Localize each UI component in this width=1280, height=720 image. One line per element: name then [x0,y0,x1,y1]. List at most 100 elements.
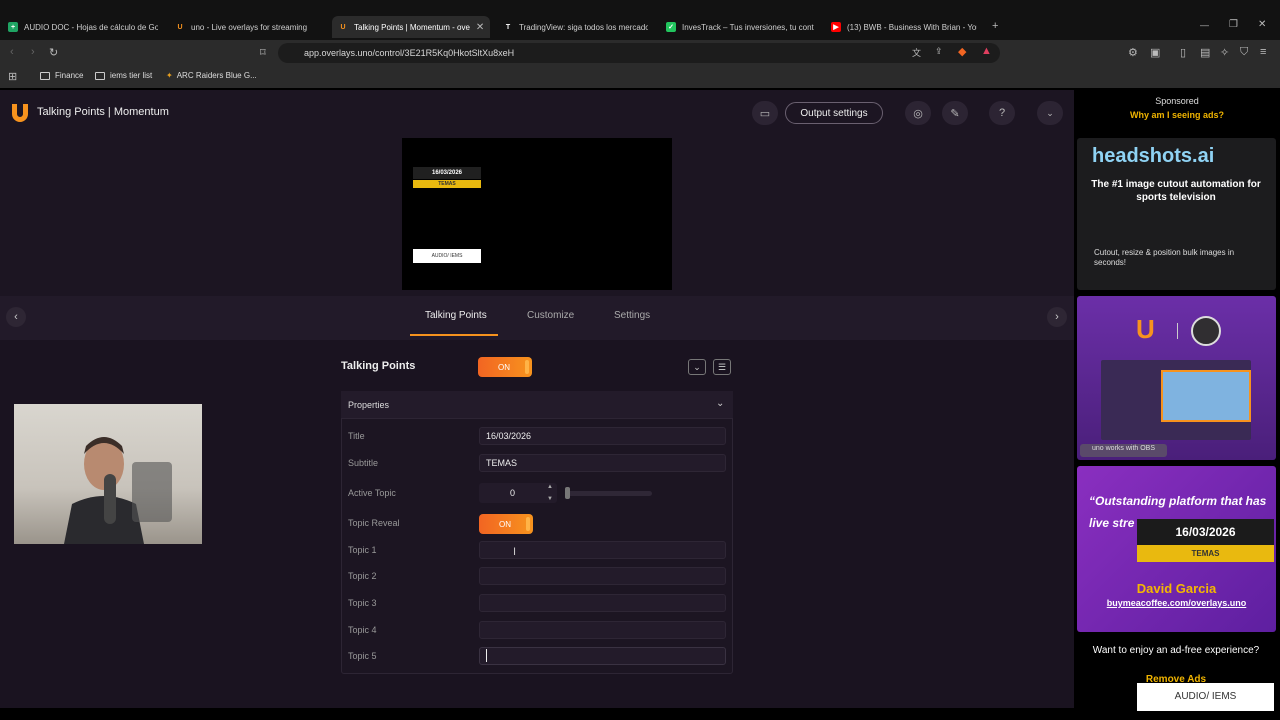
topic-1-label: Topic 1 [348,545,377,555]
stepper-arrows[interactable]: ▲ ▼ [545,484,555,502]
why-ads-link[interactable]: Why am I seeing ads? [1074,110,1280,120]
bookmark-label: Finance [55,71,84,80]
sidebar-icon[interactable]: ▯ [1180,46,1186,59]
active-topic-slider[interactable] [566,491,652,496]
brave-rewards-icon[interactable]: ▲ [981,45,992,57]
wallet-icon[interactable]: ▣ [1150,46,1160,59]
brave-shield-icon[interactable]: ◆ [958,45,966,58]
stepper-down-icon[interactable]: ▼ [547,496,553,502]
maximize-icon[interactable]: ❐ [1229,19,1238,30]
section-title: Talking Points [341,360,416,372]
sponsored-label: Sponsored [1155,96,1199,106]
monitor-icon[interactable]: ▭ [752,101,778,125]
shelf-icon [132,462,172,522]
properties-header[interactable] [341,391,733,419]
topic-2-label: Topic 2 [348,571,377,581]
tab-youtube[interactable]: ▶ (13) BWB - Business With Brian - You [831,16,977,38]
folder-icon [95,71,105,80]
topic-3-input[interactable] [479,594,726,612]
ad-headline: The #1 image cutout automation for sport… [1091,179,1261,203]
chevron-down-icon[interactable]: ⌄ [716,398,724,409]
bookmark-arc-raiders[interactable]: ✦ ARC Raiders Blue G... [166,71,257,80]
gamepad-icon[interactable]: ◎ [905,101,931,125]
slider-handle[interactable] [565,487,570,499]
bookmark-iems[interactable]: iems tier list [95,71,152,80]
toggle-label: ON [499,519,511,529]
overlay-preview [402,138,672,290]
bookmarks-bar: ⊞ Finance iems tier list ✦ ARC Raiders B… [0,66,1280,88]
tab-label: (13) BWB - Business With Brian - You [847,22,977,32]
next-arrow-icon[interactable]: › [1047,307,1067,327]
tab-talking-points[interactable]: Talking Points [425,310,487,321]
vpn-icon[interactable]: ⛉ [1240,46,1248,59]
toggle-knob [526,517,530,531]
topic-5-input[interactable] [479,647,726,665]
tab-label: InvesTrack – Tus inversiones, tu cont [682,22,814,32]
bookmark-icon[interactable]: ⌑ [260,46,266,59]
toggle-knob [525,360,529,374]
help-icon[interactable]: ? [989,101,1015,125]
topic-reveal-toggle[interactable]: ON [479,514,533,534]
ad-link[interactable]: buymeacoffee.com/overlays.uno [1077,598,1276,608]
title-input[interactable]: 16/03/2026 [479,427,726,445]
tradingview-icon: T [505,23,511,31]
adfree-text: Want to enjoy an ad-free experience? [1092,645,1260,656]
topic-4-input[interactable] [479,621,726,639]
translate-icon[interactable]: 文 [912,46,921,59]
stepper-up-icon[interactable]: ▲ [547,484,553,490]
tab-uno[interactable]: U uno - Live overlays for streaming [175,16,315,38]
tab-label: Talking Points | Momentum - ove [354,22,470,32]
share-icon[interactable]: ⇪ [935,46,943,57]
uno-logo-icon [12,104,28,122]
preview-audio-tag: AUDIO/ IEMS [413,249,481,263]
properties-label: Properties [348,400,390,410]
bookmark-finance[interactable]: Finance [40,71,83,80]
subtitle-input[interactable]: TEMAS [479,454,726,472]
reload-icon[interactable]: ↻ [49,46,58,59]
text-caret [486,649,487,662]
ad-presenter-image [1161,370,1251,422]
new-tab-icon[interactable]: + [992,20,998,32]
ad-text: Cutout, resize & position bulk images in… [1094,248,1235,267]
tab-settings[interactable]: Settings [614,310,650,321]
collapse-icon[interactable]: ⌄ [688,359,706,375]
window-close-icon[interactable]: ✕ [1258,19,1266,30]
tab-label: uno - Live overlays for streaming [191,22,308,32]
tab-tradingview[interactable]: T TradingView: siga todos los mercado [503,16,648,38]
tab-audio-doc[interactable]: + AUDIO DOC - Hojas de cálculo de Go [8,16,158,38]
prev-arrow-icon[interactable]: ‹ [6,307,26,327]
topic-5-label: Topic 5 [348,651,377,661]
tab-label: AUDIO DOC - Hojas de cálculo de Go [24,22,158,32]
apps-grid-icon[interactable]: ⊞ [8,70,17,83]
leo-ai-icon[interactable]: ✧ [1220,46,1229,59]
close-icon[interactable]: ✕ [476,22,484,33]
preview-subtitle: TEMAS [413,180,481,188]
talking-points-toggle[interactable]: ON [478,357,532,377]
toggle-label: ON [498,362,510,372]
audio-overlay-tag: AUDIO/ IEMS [1137,683,1274,711]
subtitle-label: Subtitle [348,458,379,468]
address-bar[interactable]: app.overlays.uno/control/3E21R5Kq0HkotSl… [278,43,1000,63]
chevron-down-icon[interactable]: ⌄ [1037,101,1063,125]
uno-logo-icon: U [1136,314,1155,344]
menu-icon[interactable]: ≡ [1260,46,1266,58]
minimize-icon[interactable]: — [1200,20,1209,30]
list-icon[interactable]: ☰ [713,359,731,375]
forward-icon[interactable]: › [31,46,35,58]
back-icon[interactable]: ‹ [10,46,14,58]
ad-brand: headshots.ai [1092,145,1215,167]
overlay-title: 16/03/2026 [1137,519,1274,545]
youtube-icon: ▶ [831,22,841,32]
topic-2-input[interactable] [479,567,726,585]
output-settings-button[interactable]: Output settings [785,102,883,124]
extensions-icon[interactable]: ⚙ [1128,46,1138,59]
reader-icon[interactable]: ▤ [1200,46,1210,59]
tab-investrack[interactable]: ✓ InvesTrack – Tus inversiones, tu cont [666,16,814,38]
divider [1177,323,1178,339]
wrench-icon[interactable]: ✎ [942,101,968,125]
obs-logo-icon [1191,316,1221,346]
tab-customize[interactable]: Customize [527,310,574,321]
uno-icon: U [340,23,346,31]
tab-talking-points[interactable]: U Talking Points | Momentum - ove ✕ [332,16,490,38]
sheets-icon: + [8,22,18,32]
